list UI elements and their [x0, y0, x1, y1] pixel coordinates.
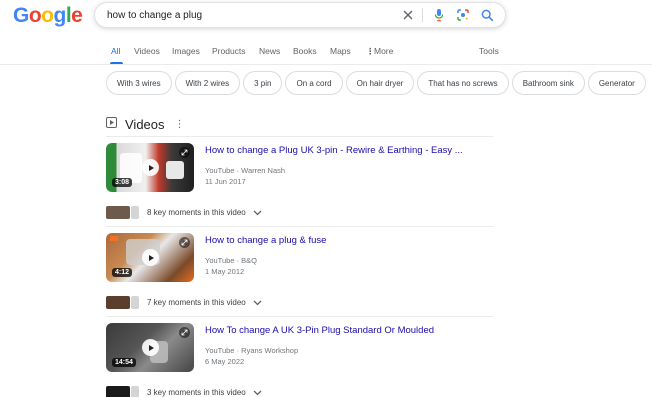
- logo-letter: g: [53, 4, 67, 27]
- search-divider: [422, 8, 423, 22]
- video-result: 4:12 How to change a plug & fuse YouTube…: [106, 233, 493, 318]
- key-moments-text: 7 key moments in this video: [147, 297, 246, 307]
- key-moments-text: 8 key moments in this video: [147, 207, 246, 217]
- mic-icon[interactable]: [431, 7, 447, 23]
- chevron-down-icon: [253, 383, 262, 397]
- google-logo[interactable]: Google: [13, 4, 83, 28]
- key-moments-toggle[interactable]: 8 key moments in this video: [106, 203, 262, 221]
- video-thumbnail[interactable]: 4:12: [106, 233, 194, 282]
- brand-logo: [110, 236, 118, 241]
- tab-videos[interactable]: Videos: [134, 46, 160, 56]
- divider: [106, 136, 493, 137]
- play-icon: [142, 249, 159, 266]
- logo-letter: G: [13, 4, 29, 27]
- video-source: YouTube: [205, 256, 235, 265]
- lens-icon[interactable]: [455, 7, 471, 23]
- search-input[interactable]: [107, 9, 397, 21]
- video-date: 6 May 2022: [205, 357, 245, 366]
- video-channel: B&Q: [241, 256, 257, 265]
- tab-more-label: More: [374, 46, 394, 56]
- key-moments-toggle[interactable]: 3 key moments in this video: [106, 383, 262, 397]
- key-moment-thumbnail: [131, 295, 139, 309]
- tab-images[interactable]: Images: [172, 46, 200, 56]
- plug-image: [166, 161, 184, 179]
- key-moment-thumbnail: [131, 205, 139, 219]
- videos-section-header: Videos ⋮: [106, 115, 185, 133]
- video-channel: Ryans Workshop: [241, 346, 299, 355]
- search-box: [94, 2, 506, 28]
- refinement-chips: With 3 wires With 2 wires 3 pin On a cor…: [106, 71, 646, 95]
- videos-title: Videos: [125, 116, 165, 132]
- video-title-link[interactable]: How to change a plug & fuse: [205, 235, 326, 246]
- play-icon: [142, 339, 159, 356]
- more-vert-icon: ⋮: [366, 46, 375, 56]
- search-tabs: All Videos Images Products News Books Ma…: [0, 45, 652, 65]
- key-moment-thumbnail: [106, 385, 130, 397]
- tab-more[interactable]: ⋮More: [366, 46, 393, 57]
- video-title-link[interactable]: How to change a Plug UK 3-pin - Rewire &…: [205, 145, 463, 156]
- video-meta: YouTube · B&Q: [205, 256, 257, 265]
- chip[interactable]: That has no screws: [417, 71, 509, 95]
- key-moment-thumbnail: [106, 205, 130, 219]
- expand-icon[interactable]: [179, 327, 190, 338]
- video-thumbnail[interactable]: 14:54: [106, 323, 194, 372]
- video-thumbnail[interactable]: 3:08: [106, 143, 194, 192]
- logo-letter: o: [28, 4, 42, 27]
- tab-products[interactable]: Products: [212, 46, 246, 56]
- video-source: YouTube: [205, 346, 235, 355]
- active-tab-indicator: [110, 62, 123, 64]
- video-icon: [106, 115, 117, 133]
- chip[interactable]: On hair dryer: [345, 71, 415, 95]
- key-moment-thumbnail: [131, 385, 139, 397]
- key-moments-thumbnails: [106, 385, 140, 397]
- chip[interactable]: With 2 wires: [174, 71, 241, 95]
- key-moment-thumbnail: [106, 295, 130, 309]
- expand-icon[interactable]: [179, 147, 190, 158]
- more-vert-icon[interactable]: ⋮: [175, 119, 185, 130]
- tab-books[interactable]: Books: [293, 46, 317, 56]
- chip[interactable]: 3 pin: [243, 71, 283, 95]
- tab-maps[interactable]: Maps: [330, 46, 351, 56]
- close-icon[interactable]: [400, 7, 416, 23]
- search-icon[interactable]: [479, 7, 495, 23]
- logo-letter: e: [71, 4, 83, 27]
- key-moments-text: 3 key moments in this video: [147, 387, 246, 397]
- divider: [106, 226, 493, 227]
- play-icon: [142, 159, 159, 176]
- chip[interactable]: With 3 wires: [106, 71, 172, 95]
- key-moments-toggle[interactable]: 7 key moments in this video: [106, 293, 262, 311]
- video-meta: YouTube · Warren Nash: [205, 166, 286, 175]
- video-duration: 3:08: [112, 178, 133, 187]
- chevron-down-icon: [253, 293, 262, 311]
- logo-letter: o: [41, 4, 54, 27]
- video-title-link[interactable]: How To change A UK 3-Pin Plug Standard O…: [205, 325, 434, 336]
- video-result: 14:54 How To change A UK 3-Pin Plug Stan…: [106, 323, 493, 397]
- video-source: YouTube: [205, 166, 235, 175]
- video-channel: Warren Nash: [241, 166, 286, 175]
- key-moments-thumbnails: [106, 205, 140, 219]
- chip[interactable]: On a cord: [285, 71, 343, 95]
- tab-all[interactable]: All: [111, 46, 120, 56]
- divider: [106, 316, 493, 317]
- video-date: 11 Jun 2017: [205, 177, 246, 186]
- chip[interactable]: Bathroom sink: [511, 71, 585, 95]
- video-date: 1 May 2012: [205, 267, 245, 276]
- chevron-down-icon: [253, 203, 262, 221]
- key-moments-thumbnails: [106, 295, 140, 309]
- expand-icon[interactable]: [179, 237, 190, 248]
- video-duration: 14:54: [112, 358, 136, 367]
- tab-tools[interactable]: Tools: [479, 46, 499, 56]
- video-duration: 4:12: [112, 268, 133, 277]
- video-result: 3:08 How to change a Plug UK 3-pin - Rew…: [106, 143, 493, 228]
- video-meta: YouTube · Ryans Workshop: [205, 346, 299, 355]
- tab-news[interactable]: News: [259, 46, 280, 56]
- chip[interactable]: Generator: [587, 71, 646, 95]
